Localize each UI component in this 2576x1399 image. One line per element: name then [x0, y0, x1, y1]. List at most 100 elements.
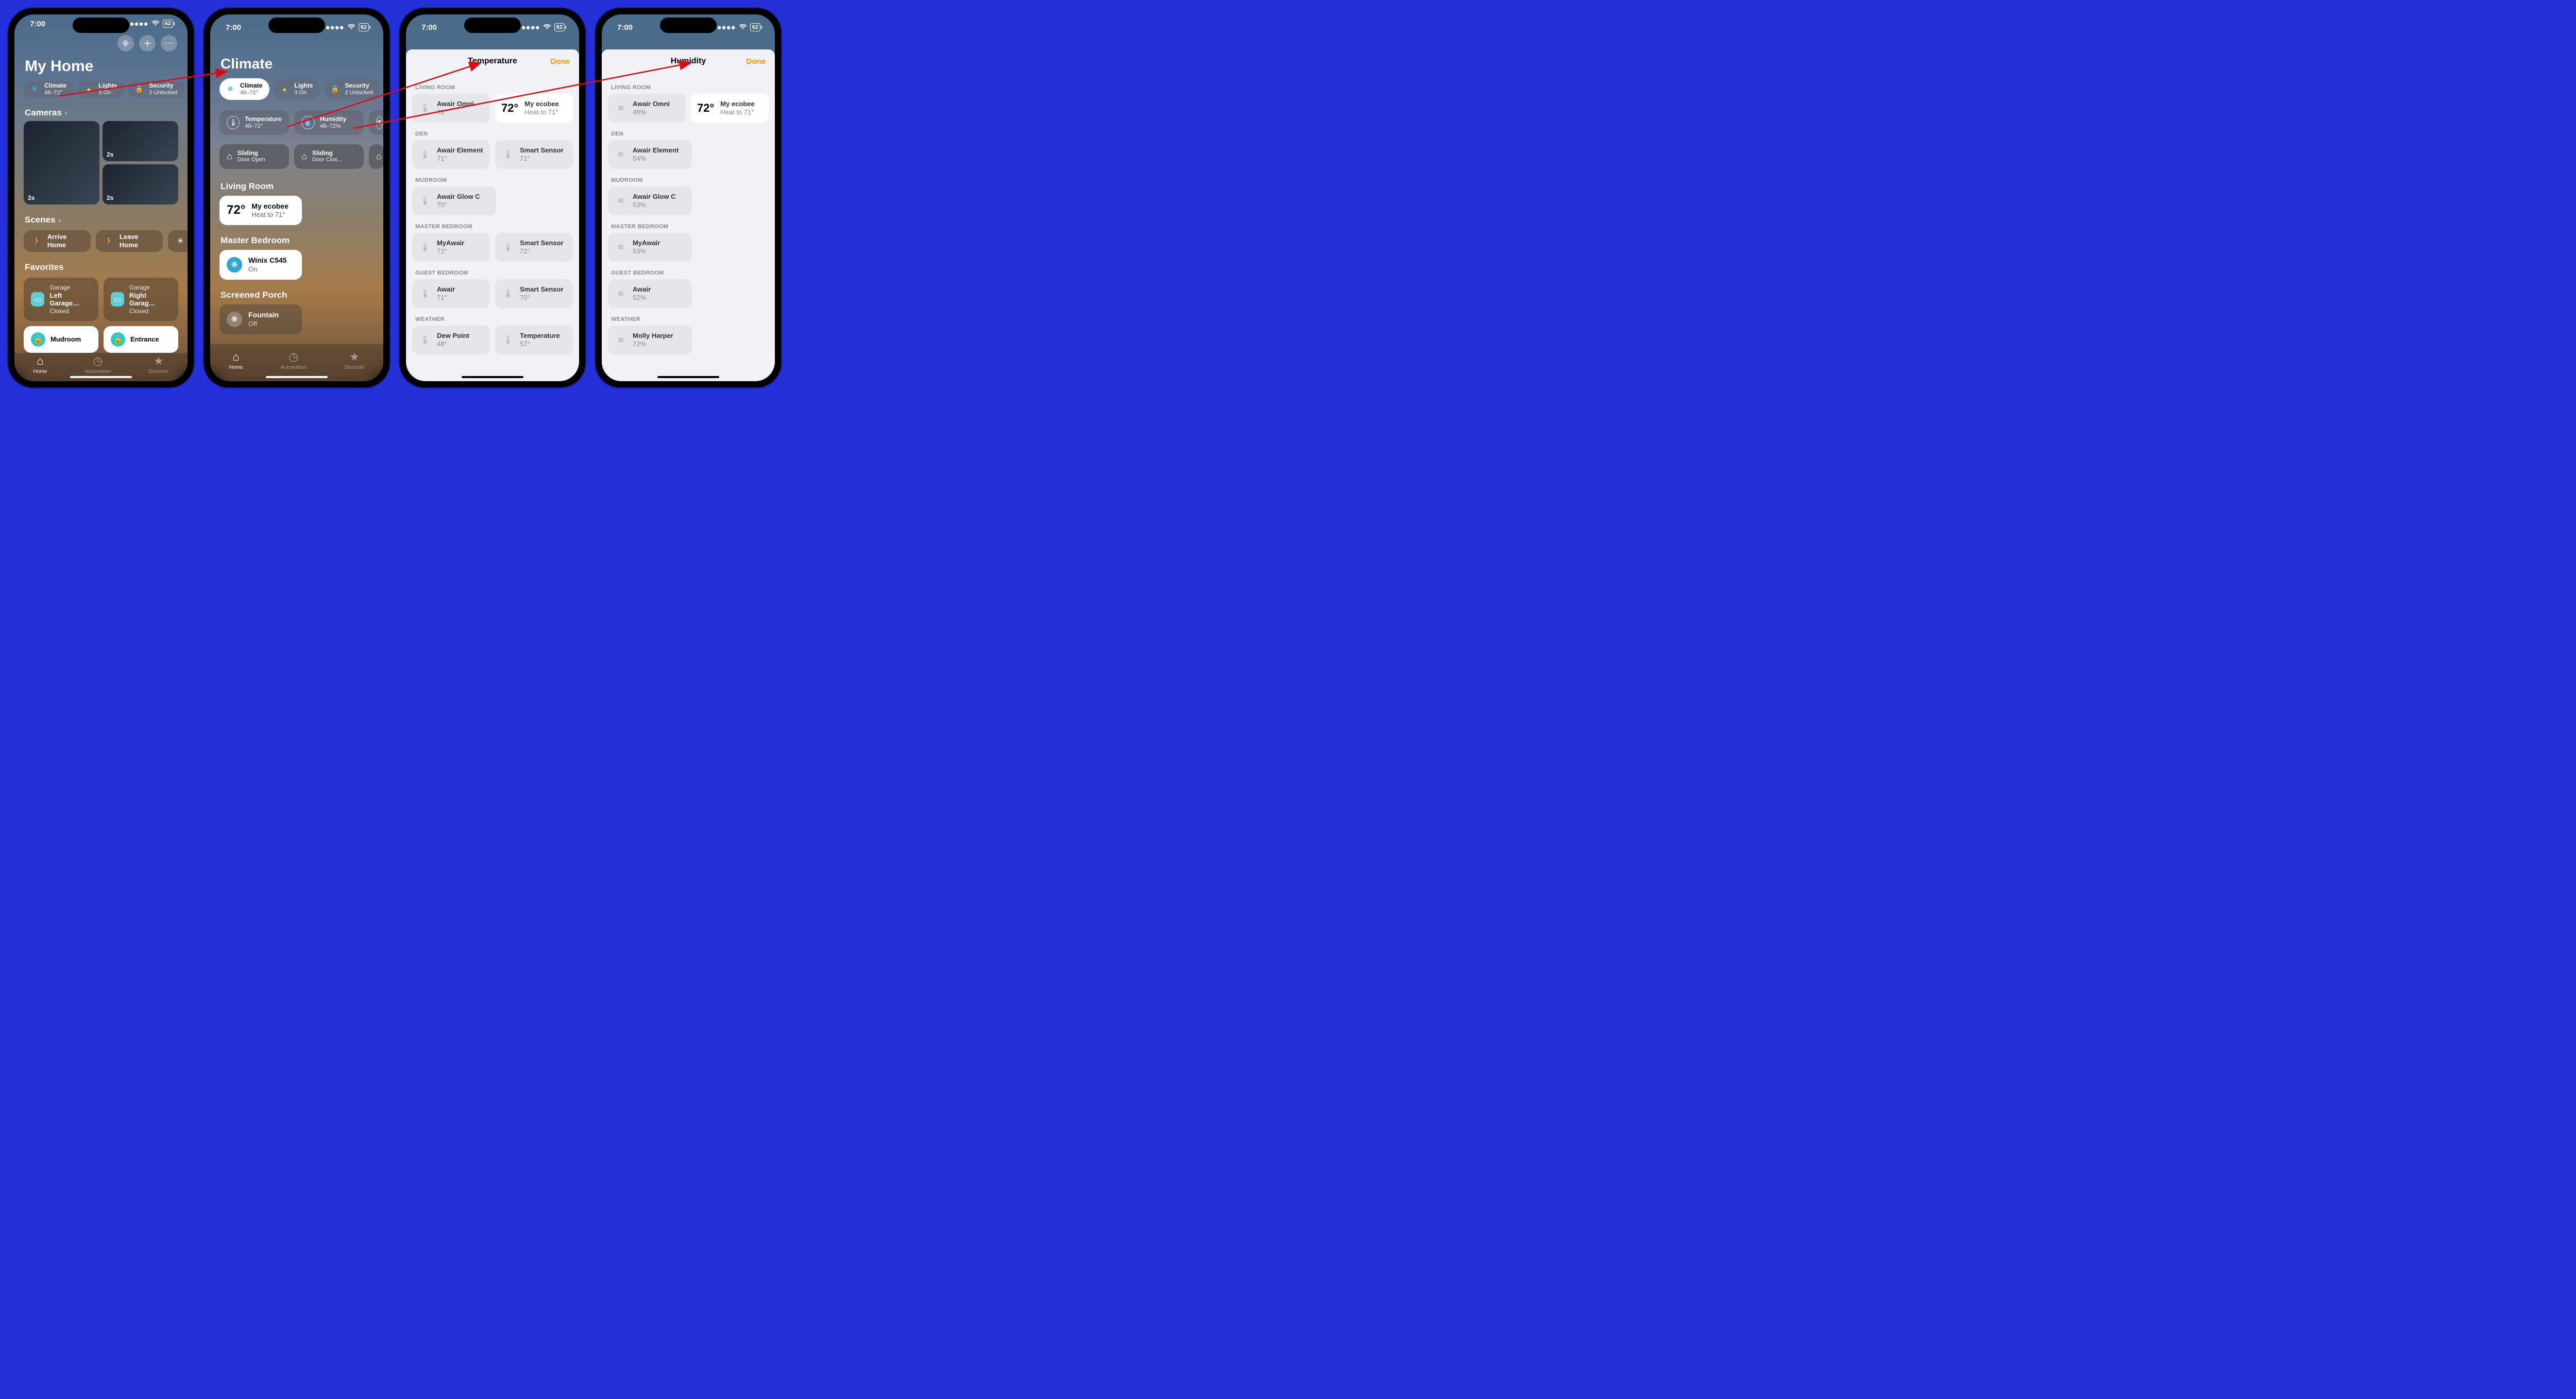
- sensor-tile[interactable]: ≋Awair52%: [608, 279, 692, 308]
- sensor-tile[interactable]: 🌡Awair Omni72°: [412, 94, 490, 123]
- time: 7:00: [421, 23, 437, 32]
- cameras-header[interactable]: Cameras›: [14, 105, 188, 121]
- tile-value: 53%: [633, 247, 660, 255]
- more-button[interactable]: ⋯: [161, 35, 177, 52]
- chevron-right-icon: ›: [59, 216, 61, 224]
- chip-climate[interactable]: ❋ Climate48–72°: [24, 81, 74, 97]
- lock-icon: 🔒: [133, 83, 145, 95]
- camera-tile[interactable]: 2s: [24, 121, 99, 204]
- done-button[interactable]: Done: [747, 57, 766, 66]
- sensor-tile[interactable]: ≋Awair Omni48%: [608, 94, 686, 123]
- scenes-header[interactable]: Scenes›: [14, 212, 188, 228]
- sensor-tile[interactable]: 🌡Awair Glow C70°: [412, 186, 496, 215]
- sensor-tile[interactable]: 🌡Temperature57°: [495, 326, 573, 354]
- home-indicator: [657, 376, 719, 378]
- scene-leave-home[interactable]: 🚶 Leave Home: [96, 230, 163, 252]
- done-button[interactable]: Done: [551, 57, 570, 66]
- tile-row: ≋MyAwair53%: [608, 233, 769, 262]
- tile-value: 71°: [437, 155, 483, 163]
- fav-mudroom[interactable]: 🔒 Mudroom: [24, 326, 98, 353]
- thermometer-icon: 🌡: [418, 241, 432, 254]
- device-winix[interactable]: ❋ Winix C545On: [219, 250, 302, 280]
- room-screened-porch: Screened Porch: [210, 284, 383, 304]
- group-label: MUDROOM: [608, 169, 769, 186]
- scene-sun[interactable]: ☀: [168, 230, 188, 252]
- sheet-body[interactable]: LIVING ROOM≋Awair Omni48%72°My ecobeeHea…: [602, 73, 775, 381]
- sensor-tile[interactable]: ≋Awair Element54%: [608, 140, 692, 169]
- device-ecobee[interactable]: 72° My ecobeeHeat to 71°: [219, 196, 302, 226]
- sensor-tile[interactable]: 🌡Smart Sensor71°: [495, 140, 573, 169]
- humidity-sheet: Humidity Done LIVING ROOM≋Awair Omni48%7…: [602, 49, 775, 381]
- sensor-tile[interactable]: 72°My ecobeeHeat to 71°: [691, 94, 769, 123]
- tab-home[interactable]: ⌂Home: [229, 350, 243, 370]
- notch: [660, 18, 717, 33]
- chip-climate[interactable]: ❋ Climate48–72°: [219, 78, 269, 100]
- battery: 62: [750, 23, 760, 31]
- metric-humidity[interactable]: 💧 Humidity48–72%: [294, 110, 364, 135]
- door-closed[interactable]: ⌂ SlidingDoor Clos…: [294, 144, 364, 169]
- garage-icon: ▭: [31, 292, 44, 306]
- tab-automation[interactable]: ◷Automation: [281, 350, 307, 370]
- sensor-tile[interactable]: 🌡MyAwair72°: [412, 233, 490, 262]
- fan-icon: ❋: [225, 83, 236, 95]
- metric-temperature[interactable]: 🌡 Temperature48–72°: [219, 110, 289, 135]
- tab-home[interactable]: ⌂Home: [33, 354, 47, 374]
- sensor-tile[interactable]: 🌡Smart Sensor70°: [495, 279, 573, 308]
- home-icon: ⌂: [232, 350, 239, 364]
- sensor-tile[interactable]: ≋MyAwair53%: [608, 233, 692, 262]
- tab-discover[interactable]: ★Discover: [344, 350, 364, 370]
- camera-tile[interactable]: 2s: [103, 164, 178, 204]
- camera-tile[interactable]: 2s: [103, 121, 178, 161]
- sensor-tile[interactable]: ≋Molly Harper72%: [608, 326, 692, 354]
- sensor-tile[interactable]: 🌡Awair Element71°: [412, 140, 490, 169]
- fav-entrance[interactable]: 🔒 Entrance: [104, 326, 178, 353]
- device-fountain[interactable]: ❋ FountainOff: [219, 304, 302, 334]
- thermometer-icon: 🌡: [418, 101, 432, 115]
- toolbar: ＋ ⋯: [14, 33, 188, 56]
- wifi-icon: [543, 23, 551, 32]
- chip-security[interactable]: 🔒 Security2 Unlocked: [324, 78, 380, 100]
- group-label: LIVING ROOM: [608, 76, 769, 94]
- door-open[interactable]: ⌂ SlidingDoor Open: [219, 144, 289, 169]
- sensor-tile[interactable]: 🌡Awair71°: [412, 279, 490, 308]
- temperature-sheet: Temperature Done LIVING ROOM🌡Awair Omni7…: [406, 49, 579, 381]
- fav-right-garage[interactable]: ▭ GarageRight Garag…Closed: [104, 278, 178, 321]
- humidity-icon: ≋: [614, 333, 628, 347]
- door-more[interactable]: ⌂: [369, 144, 383, 169]
- sensor-tile[interactable]: ≋Awair Glow C53%: [608, 186, 692, 215]
- fav-left-garage[interactable]: ▭ GarageLeft Garage…Closed: [24, 278, 98, 321]
- sheet-body[interactable]: LIVING ROOM🌡Awair Omni72°72°My ecobeeHea…: [406, 73, 579, 381]
- sensor-tile[interactable]: 72°My ecobeeHeat to 71°: [495, 94, 573, 123]
- tile-name: Awair Glow C: [633, 193, 676, 201]
- chip-lights[interactable]: ● Lights3 On: [78, 81, 124, 97]
- tile-row: ≋Awair52%: [608, 279, 769, 308]
- tab-discover[interactable]: ★Discover: [148, 354, 168, 374]
- tile-value: 71°: [437, 294, 455, 302]
- time: 7:00: [226, 23, 241, 32]
- tile-name: Awair: [437, 285, 455, 294]
- chip-lights[interactable]: ● Lights3 On: [274, 78, 320, 100]
- bulb-icon: ●: [83, 83, 94, 95]
- tab-automation[interactable]: ◷Automation: [85, 354, 111, 374]
- humidity-icon: ≋: [614, 287, 628, 300]
- tile-name: MyAwair: [633, 239, 660, 247]
- tile-value: Heat to 71°: [720, 108, 754, 116]
- tile-row: ≋Awair Element54%: [608, 140, 769, 169]
- time: 7:00: [617, 23, 633, 32]
- tile-value: 52%: [633, 294, 651, 302]
- favorites-header: Favorites: [14, 259, 188, 276]
- star-icon: ★: [349, 350, 360, 364]
- sensor-tile[interactable]: 🌡Smart Sensor72°: [495, 233, 573, 262]
- group-label: WEATHER: [412, 308, 573, 326]
- scene-arrive-home[interactable]: 🚶 Arrive Home: [24, 230, 91, 252]
- metric-air[interactable]: ❋ AirGood: [369, 110, 383, 135]
- category-chips: ❋ Climate48–72° ● Lights3 On 🔒 Security2…: [14, 81, 188, 105]
- add-button[interactable]: ＋: [139, 35, 156, 52]
- sensor-tile[interactable]: 🌡Dew Point48°: [412, 326, 490, 354]
- chevron-right-icon: ›: [65, 109, 67, 117]
- humidity-icon: 💧: [301, 116, 315, 129]
- tile-row: 🌡MyAwair72°🌡Smart Sensor72°: [412, 233, 573, 262]
- chip-security[interactable]: 🔒 Security2 Unlocked: [128, 81, 184, 97]
- voice-button[interactable]: [117, 35, 134, 52]
- camera-grid: 2s 2s 2s: [14, 121, 188, 212]
